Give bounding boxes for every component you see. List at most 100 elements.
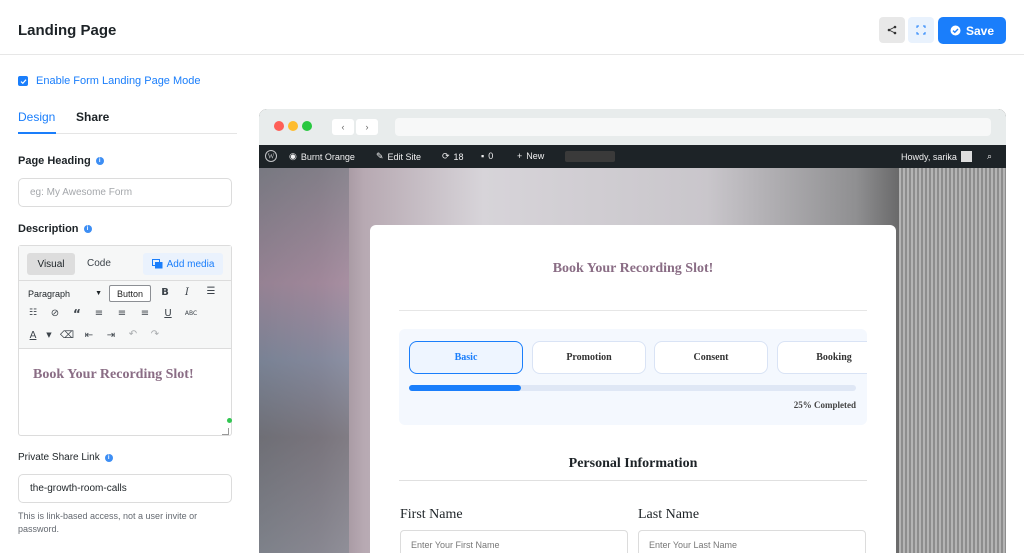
page-heading-input[interactable]: eg: My Awesome Form — [18, 178, 232, 207]
eraser-icon[interactable]: ⌫ — [59, 330, 75, 341]
svg-text:W: W — [268, 153, 275, 161]
back-icon: ‹ — [332, 119, 354, 135]
strikethrough-icon[interactable]: ABC — [183, 310, 199, 317]
enable-landing-mode-label: Enable Form Landing Page Mode — [36, 75, 201, 87]
info-icon[interactable]: i — [83, 225, 92, 233]
header-divider — [0, 54, 1024, 55]
redo-icon[interactable]: ↷ — [147, 329, 163, 340]
wp-site-name: ◉ Burnt Orange — [289, 151, 355, 162]
browser-chrome: ‹ › — [259, 109, 1006, 145]
wp-howdy-label: Howdy, sarika — [901, 151, 957, 162]
wp-new: + New — [517, 151, 544, 161]
progress-bar-fill — [409, 385, 521, 391]
wp-comments: ▪ 0 — [481, 151, 493, 161]
window-maximize-dot — [302, 121, 312, 131]
editor-toolbar: Paragraph ▼ Button B I ☰ ☷ ⊘ “ ≡ ≡ ≡ U A… — [19, 281, 231, 349]
save-label: Save — [965, 23, 995, 38]
step-basic: Basic — [409, 341, 523, 374]
media-icon — [151, 259, 163, 269]
description-editor: Visual Code Add media Paragraph ▼ Button… — [18, 245, 232, 436]
tab-design[interactable]: Design — [18, 110, 55, 124]
align-center-icon[interactable]: ≡ — [114, 308, 130, 319]
editor-tab-code[interactable]: Code — [87, 258, 111, 269]
step-promotion: Promotion — [532, 341, 646, 374]
fullscreen-button[interactable] — [908, 17, 934, 43]
wp-new-label: New — [526, 151, 545, 161]
blockquote-icon[interactable]: “ — [69, 307, 85, 321]
italic-icon[interactable]: I — [179, 287, 195, 298]
check-circle-icon — [950, 25, 961, 36]
forward-icon: › — [356, 119, 378, 135]
tab-share[interactable]: Share — [76, 110, 109, 124]
checkbox-checked-icon — [18, 76, 28, 86]
status-dot — [227, 418, 232, 423]
save-button[interactable]: Save — [938, 17, 1006, 44]
undo-icon[interactable]: ↶ — [125, 329, 141, 340]
search-icon: ⌕ — [987, 151, 993, 161]
wp-admin-bar: W ◉ Burnt Orange ✎ Edit Site ⟳ 18 ▪ 0 + New H… — [259, 145, 1006, 168]
wp-comments-count: 0 — [488, 151, 494, 161]
first-name-label: First Name — [400, 507, 463, 522]
window-minimize-dot — [288, 121, 298, 131]
text-color-icon[interactable]: A — [25, 330, 41, 341]
numbered-list-icon[interactable]: ☷ — [25, 308, 41, 318]
active-tab-indicator — [18, 132, 56, 134]
description-label-text: Description — [18, 223, 79, 235]
page-heading-label-text: Page Heading — [18, 155, 91, 167]
editor-tab-visual[interactable]: Visual — [27, 253, 75, 275]
progress-bar — [409, 385, 856, 391]
wp-edit-label: Edit Site — [387, 151, 422, 162]
outdent-icon[interactable]: ⇤ — [81, 330, 97, 341]
pen-icon: ✎ — [376, 151, 384, 161]
info-icon[interactable]: i — [95, 157, 104, 165]
description-label: Description i — [18, 223, 92, 235]
info-icon[interactable]: i — [104, 453, 113, 462]
chevron-down-icon[interactable]: ▼ — [41, 331, 57, 339]
bold-icon[interactable]: B — [157, 287, 173, 298]
align-right-icon[interactable]: ≡ — [137, 308, 153, 319]
share-link-label: Private Share Link i — [18, 452, 113, 463]
wp-site-label: Burnt Orange — [300, 151, 355, 162]
blurred-plugin-item — [565, 151, 615, 162]
step-navigation: Basic Promotion Consent Booking 25% Comp… — [399, 329, 867, 425]
underline-icon[interactable]: U — [160, 308, 176, 319]
last-name-label: Last Name — [638, 507, 700, 522]
section-title: Personal Information — [568, 456, 698, 471]
wordpress-logo-icon: W — [265, 150, 277, 162]
form-title: Book Your Recording Slot! — [552, 261, 714, 276]
page-heading-label: Page Heading i — [18, 155, 104, 167]
share-icon — [887, 25, 897, 35]
format-select-value: Paragraph — [28, 288, 71, 299]
insert-button-button[interactable]: Button — [109, 285, 151, 302]
microphone-image — [899, 168, 1006, 553]
link-icon[interactable]: ⊘ — [47, 308, 63, 319]
page-title: Landing Page — [18, 22, 117, 39]
format-select[interactable]: Paragraph ▼ — [25, 285, 105, 302]
share-button[interactable] — [879, 17, 905, 43]
enable-landing-mode-checkbox[interactable]: Enable Form Landing Page Mode — [18, 75, 201, 87]
section-divider — [399, 480, 867, 481]
wp-howdy: Howdy, sarika — [901, 151, 972, 162]
chevron-down-icon: ▼ — [95, 290, 102, 297]
expand-icon — [916, 25, 926, 35]
progress-text: 25% Completed — [793, 400, 856, 410]
wp-edit-site: ✎ Edit Site — [376, 151, 421, 162]
editor-tabs: Visual Code Add media — [19, 246, 231, 281]
resize-handle[interactable] — [222, 428, 229, 435]
bullet-list-icon[interactable]: ☰ — [203, 286, 219, 297]
share-link-input[interactable]: the-growth-room-calls — [18, 474, 232, 503]
first-name-input: Enter Your First Name — [400, 530, 628, 553]
wp-updates: ⟳ 18 — [442, 151, 464, 162]
editor-content[interactable]: Book Your Recording Slot! — [33, 367, 194, 383]
plus-icon: + — [517, 151, 523, 161]
step-consent: Consent — [654, 341, 768, 374]
avatar — [960, 151, 972, 162]
add-media-button[interactable]: Add media — [143, 253, 223, 275]
indent-icon[interactable]: ⇥ — [103, 330, 119, 341]
align-left-icon[interactable]: ≡ — [91, 308, 107, 319]
step-booking: Booking — [777, 341, 867, 374]
background-photo-left — [259, 168, 349, 553]
wp-updates-count: 18 — [453, 151, 464, 162]
add-media-label: Add media — [166, 258, 215, 270]
form-card: Book Your Recording Slot! Basic Promotio… — [370, 225, 896, 553]
